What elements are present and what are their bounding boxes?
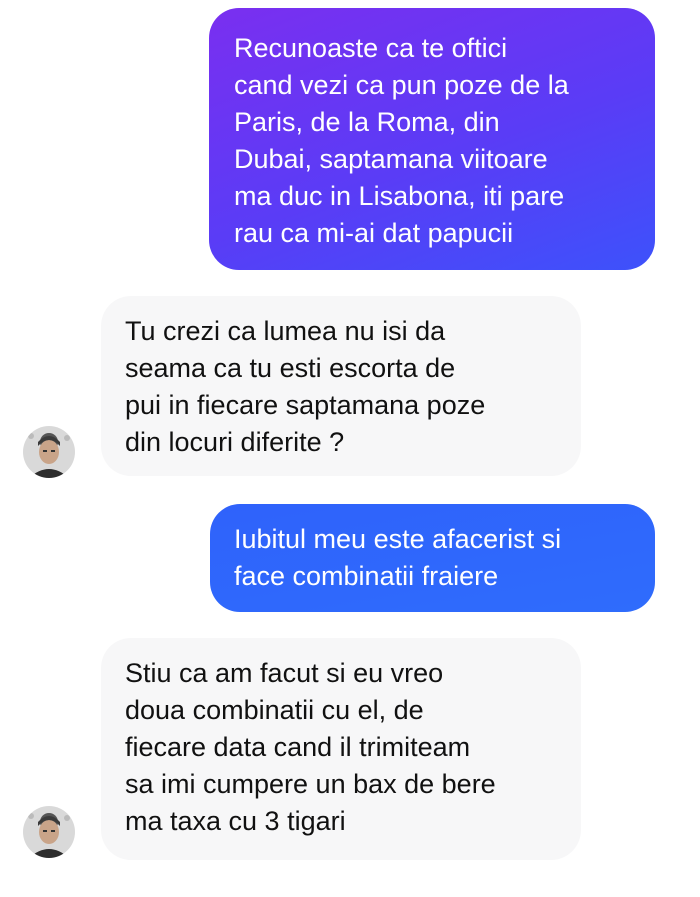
- received-message-bubble[interactable]: Tu crezi ca lumea nu isi da seama ca tu …: [101, 296, 581, 476]
- sent-message-bubble[interactable]: Iubitul meu este afacerist si face combi…: [210, 504, 655, 612]
- avatar-photo-icon: [23, 806, 75, 858]
- chat-thread: Recunoaste ca te oftici cand vezi ca pun…: [0, 0, 700, 897]
- sent-message-bubble[interactable]: Recunoaste ca te oftici cand vezi ca pun…: [209, 8, 655, 270]
- contact-avatar[interactable]: [23, 426, 75, 478]
- received-message-bubble[interactable]: Stiu ca am facut si eu vreo doua combina…: [101, 638, 581, 860]
- contact-avatar[interactable]: [23, 806, 75, 858]
- avatar-photo-icon: [23, 426, 75, 478]
